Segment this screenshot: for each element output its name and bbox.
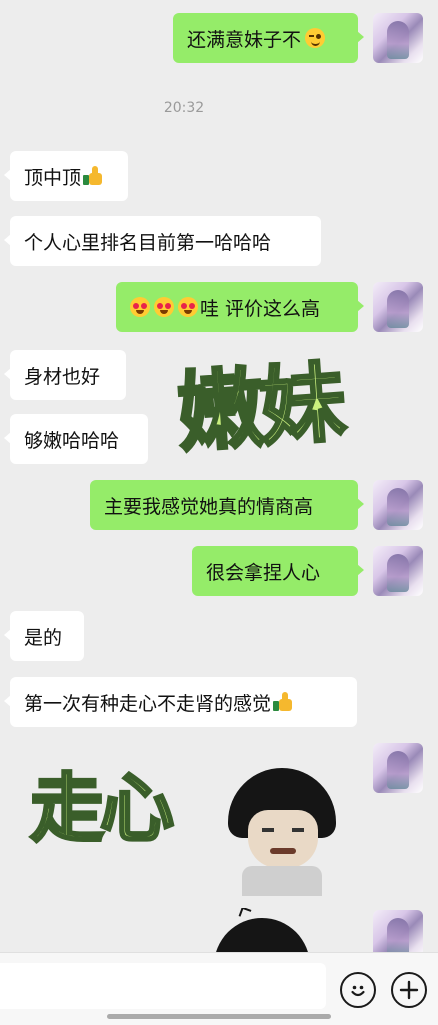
smiley-icon[interactable]: [340, 972, 376, 1008]
message-bubble-in[interactable]: 是的: [4, 611, 84, 661]
message-text: 主要我感觉她真的情商高: [104, 495, 314, 518]
meme-face-icon: [214, 908, 310, 954]
message-text: 哇 评价这么高: [200, 297, 321, 320]
message-bubble-in[interactable]: 顶中顶: [4, 151, 128, 201]
message-bubble-out[interactable]: 哇 评价这么高: [116, 282, 364, 332]
message-bubble-in[interactable]: 够嫩哈哈哈: [4, 414, 148, 464]
home-indicator: [107, 1014, 331, 1019]
message-bubble-in[interactable]: 身材也好: [4, 350, 126, 400]
message-text: 是的: [24, 626, 63, 649]
avatar[interactable]: [373, 743, 423, 793]
message-text: 个人心里排名目前第一哈哈哈: [24, 231, 272, 254]
thumbs-up-icon: [83, 166, 103, 186]
heart-eyes-icon: [154, 297, 174, 317]
message-text: 第一次有种走心不走肾的感觉: [24, 692, 272, 715]
plus-icon[interactable]: [391, 972, 427, 1008]
avatar[interactable]: [373, 282, 423, 332]
timestamp: 20:32: [163, 100, 205, 116]
sticker-nenmei[interactable]: 嫩妹: [173, 351, 362, 471]
sticker-zouxin[interactable]: 走心: [24, 752, 344, 902]
wink-face-icon: [305, 28, 326, 48]
message-bubble-out[interactable]: 很会拿捏人心: [192, 546, 364, 596]
avatar[interactable]: [373, 480, 423, 530]
avatar[interactable]: [373, 13, 423, 63]
message-bubble-out[interactable]: 主要我感觉她真的情商高: [90, 480, 364, 530]
message-bubble-in[interactable]: 第一次有种走心不走肾的感觉: [4, 677, 357, 727]
message-text: 够嫩哈哈哈: [24, 429, 120, 452]
avatar[interactable]: [373, 546, 423, 596]
message-text: 身材也好: [24, 365, 101, 388]
thumbs-up-icon: [273, 692, 293, 712]
message-text: 很会拿捏人心: [206, 561, 321, 584]
message-bubble-in[interactable]: 个人心里排名目前第一哈哈哈: [4, 216, 321, 266]
sticker-text: 走心: [29, 766, 176, 852]
input-toolbar: [0, 952, 438, 1025]
message-text: 还满意妹子不: [187, 28, 302, 51]
message-input[interactable]: [0, 963, 326, 1009]
message-bubble-out[interactable]: 还满意妹子不: [173, 13, 364, 63]
meme-face-icon: [222, 768, 340, 896]
message-text: 顶中顶: [24, 166, 82, 189]
heart-eyes-icon: [130, 297, 150, 317]
heart-eyes-icon: [178, 297, 198, 317]
